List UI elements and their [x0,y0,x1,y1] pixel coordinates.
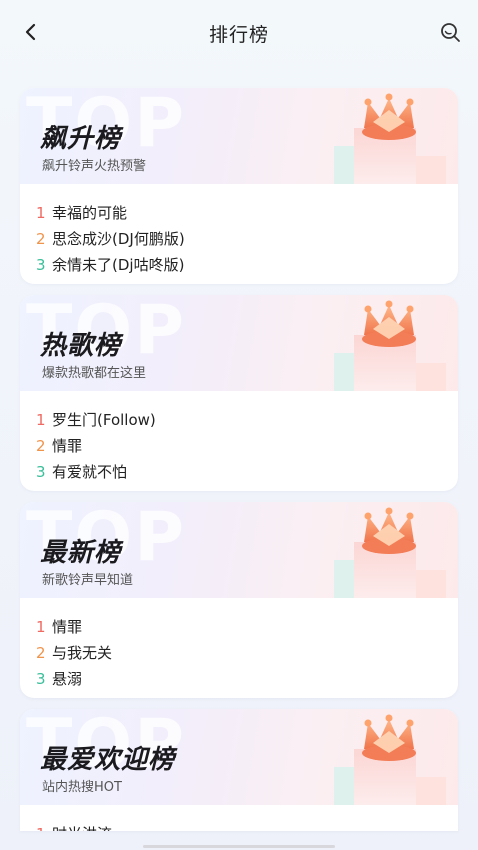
card-header: TOP 热歌榜 爆款热歌都在这里 [20,295,458,391]
card-title: 热歌榜 [40,331,122,361]
chart-card-rising[interactable]: TOP 飙升榜 飙升铃声火热预警 1 幸福的可能 2 思念成沙(DJ何鹏版) 3 余情… [20,88,458,284]
song-item[interactable]: 3 余情未了(Dj咕咚版) [36,252,458,278]
search-button[interactable] [436,18,464,46]
crown-icon [334,714,446,805]
rank-number: 1 [36,821,50,831]
crown-icon [334,300,446,391]
crown-icon [334,507,446,598]
song-name: 情罪 [52,437,83,455]
card-subtitle: 飙升铃声火热预警 [42,159,147,174]
song-name: 幸福的可能 [52,204,128,222]
rank-number: 3 [36,670,46,688]
song-name: 情罪 [52,618,83,636]
card-title: 最新榜 [40,538,122,568]
card-header: TOP 最爱欢迎榜 站内热搜HOT [20,709,458,805]
card-subtitle: 站内热搜HOT [42,780,122,795]
card-subtitle: 新歌铃声早知道 [42,573,134,588]
card-title: 最爱欢迎榜 [40,745,176,775]
song-name: 余情未了(Dj咕咚版) [52,256,185,274]
card-subtitle: 爆款热歌都在这里 [42,366,147,381]
rank-number: 1 [36,618,46,636]
song-name: 悬溺 [52,670,83,688]
song-item[interactable]: 1 幸福的可能 [36,200,458,226]
song-item[interactable]: 1 情罪 [36,614,458,640]
song-item[interactable]: 1 罗生门(Follow) [36,407,458,433]
song-item[interactable]: 2 思念成沙(DJ何鹏版) [36,226,458,252]
search-icon [441,23,460,42]
rank-number: 1 [36,411,46,429]
crown-icon [334,93,446,184]
chart-card-new[interactable]: TOP 最新榜 新歌铃声早知道 1 情罪 2 与我无关 3 悬溺 [20,502,458,698]
rank-number: 2 [36,644,46,662]
rank-number: 3 [36,256,46,274]
chart-list: TOP 飙升榜 飙升铃声火热预警 1 幸福的可能 2 思念成沙(DJ何鹏版) 3 余情… [20,88,458,842]
chart-card-hot[interactable]: TOP 热歌榜 爆款热歌都在这里 1 罗生门(Follow) 2 情罪 3 有爱就不怕 [20,295,458,491]
song-name: 时光洪流 [52,821,112,831]
card-header: TOP 飙升榜 飙升铃声火热预警 [20,88,458,184]
top-bar: 排行榜 [0,0,478,64]
song-item[interactable]: 2 与我无关 [36,640,458,666]
song-name: 罗生门(Follow) [52,411,156,429]
rank-number: 2 [36,437,46,455]
home-indicator [143,845,335,848]
rank-number: 1 [36,204,46,222]
page-title: 排行榜 [208,24,269,46]
song-item[interactable]: 3 悬溺 [36,666,458,692]
song-name: 有爱就不怕 [52,463,128,481]
rank-number: 2 [36,230,46,248]
chart-card-favorite[interactable]: TOP 最爱欢迎榜 站内热搜HOT 1时光洪流 [20,709,458,831]
song-item[interactable]: 1时光洪流 [36,821,458,831]
song-item[interactable]: 2 情罪 [36,433,458,459]
rank-number: 3 [36,463,46,481]
card-title: 飙升榜 [40,124,122,154]
card-header: TOP 最新榜 新歌铃声早知道 [20,502,458,598]
song-name: 思念成沙(DJ何鹏版) [52,230,185,248]
song-name: 与我无关 [52,644,113,662]
song-item[interactable]: 3 有爱就不怕 [36,459,458,485]
